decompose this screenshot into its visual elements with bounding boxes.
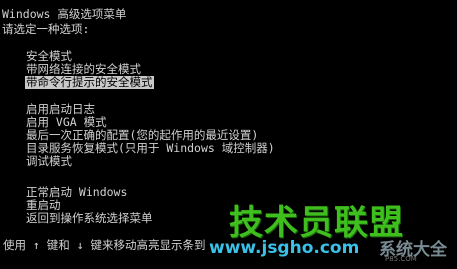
navigation-hint: 使用 ↑ 键和 ↓ 键来移动高亮显示条到 — [3, 238, 206, 252]
watermark-logo: 技术员联盟 www.jsgho.com 系统大全 P85.COM — [203, 195, 453, 265]
option-return-to-os-menu[interactable]: 返回到操作系统选择菜单 — [25, 212, 154, 225]
menu-prompt: 请选定一种选项: — [2, 22, 90, 36]
option-safe-mode-command-prompt[interactable]: 带命令行提示的安全模式 — [25, 76, 154, 89]
watermark-title: 技术员联盟 — [229, 203, 404, 243]
option-debugging-mode[interactable]: 调试模式 — [25, 155, 73, 168]
watermark-small: P85.COM — [385, 255, 417, 263]
watermark-url: www.jsgho.com — [209, 238, 360, 258]
boot-options-screen: Windows 高级选项菜单 请选定一种选项: 安全模式 带网络连接的安全模式 … — [0, 0, 457, 269]
menu-title: Windows 高级选项菜单 — [2, 7, 127, 21]
